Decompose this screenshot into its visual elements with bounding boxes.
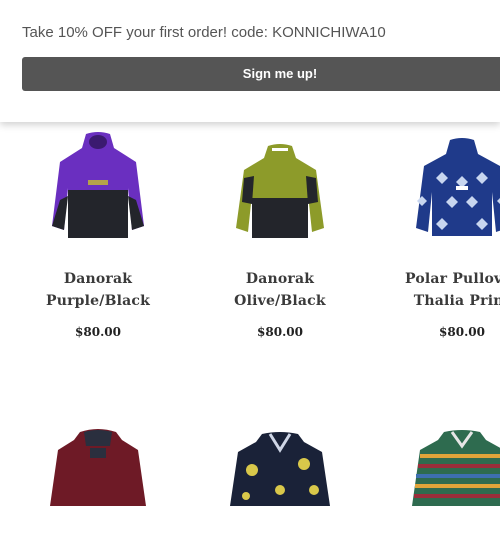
product-image[interactable] xyxy=(48,426,148,538)
product-image[interactable] xyxy=(48,130,148,242)
product-name-line1[interactable]: Danorak xyxy=(190,268,370,290)
product-card-row2-2[interactable] xyxy=(190,420,370,506)
product-image[interactable] xyxy=(230,430,330,542)
product-name-line2[interactable]: Purple/Black xyxy=(8,290,188,312)
sign-up-button[interactable]: Sign me up! xyxy=(22,57,500,91)
product-card-row2-3[interactable] xyxy=(372,420,500,506)
product-image[interactable] xyxy=(412,136,500,248)
product-name-line1[interactable]: Polar Pullover xyxy=(372,268,500,290)
product-name-line1[interactable]: Danorak xyxy=(8,268,188,290)
product-card-danorak-purple[interactable]: Danorak Purple/Black $80.00 xyxy=(8,122,188,362)
product-image[interactable] xyxy=(412,428,500,540)
product-card-polar-pullover[interactable]: Polar Pullover Thalia Print $80.00 xyxy=(372,122,500,362)
product-name-line2[interactable]: Thalia Print xyxy=(372,290,500,312)
product-image[interactable] xyxy=(230,142,330,254)
product-card-row2-1[interactable] xyxy=(8,420,188,506)
product-price: $80.00 xyxy=(439,325,485,339)
product-card-danorak-olive[interactable]: Danorak Olive/Black $80.00 xyxy=(190,122,370,362)
promo-text: Take 10% OFF your first order! code: KON… xyxy=(22,24,386,41)
product-price: $80.00 xyxy=(75,325,121,339)
promo-banner: Take 10% OFF your first order! code: KON… xyxy=(0,0,500,122)
product-price: $80.00 xyxy=(257,325,303,339)
product-name-line2[interactable]: Olive/Black xyxy=(190,290,370,312)
